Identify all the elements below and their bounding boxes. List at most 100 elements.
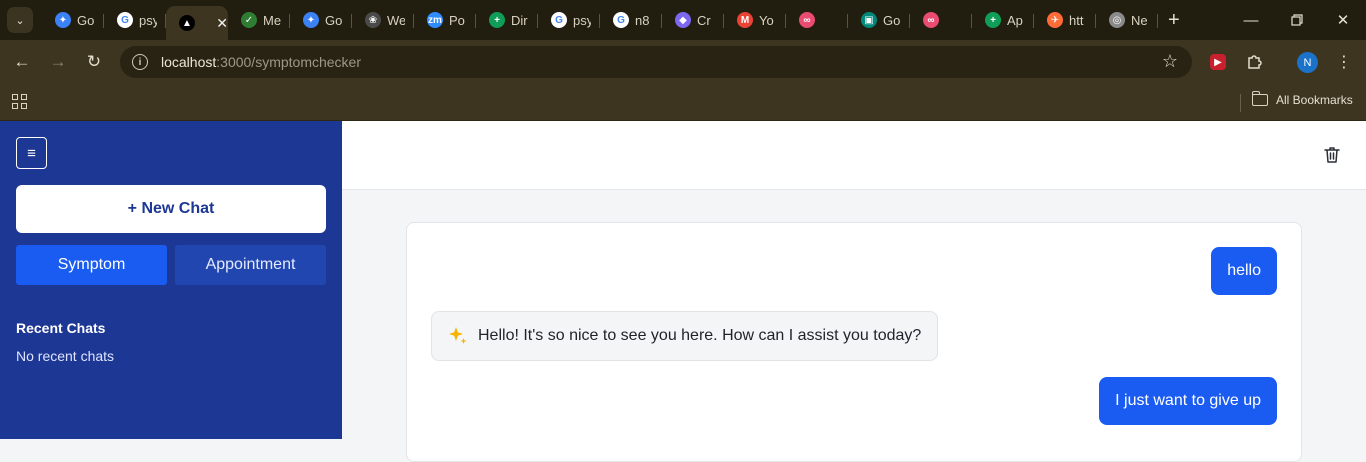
all-bookmarks-button[interactable]: All Bookmarks [1251,91,1353,107]
browser-tab[interactable]: zm Po [414,4,476,36]
zoom-icon: zm [427,12,443,28]
profile-avatar[interactable]: N [1297,52,1318,73]
chevron-down-icon: ⌄ [15,14,25,27]
tab-list: ✦ Go Gpsy ▲ ✕ ✓ Me ✦ Go ❀ We zm Po + Dir Gpsy Gn8 ◆ Cr M Yo ∞… [42,0,1158,40]
tab-title: Go [77,12,95,28]
puzzle-icon [1248,55,1262,69]
close-window-button[interactable]: ✕ [1320,0,1366,40]
user-message: hello [1211,247,1277,295]
openai-icon: ❀ [365,12,381,28]
reload-button[interactable]: ↻ [80,48,108,76]
trash-icon[interactable] [1324,146,1340,164]
symptom-mode-button[interactable]: Symptom [16,245,167,285]
restore-button[interactable] [1274,0,1320,40]
url-path: :3000/symptomchecker [216,54,361,70]
browser-tab[interactable]: Gn8 [600,4,662,36]
site-info-icon[interactable]: i [132,54,148,70]
recent-chats-empty: No recent chats [16,348,115,364]
n8n-icon: ∞ [923,12,939,28]
new-tab-button[interactable]: + [1168,9,1188,32]
user-message: I just want to give up [1099,377,1277,425]
all-bookmarks-label: All Bookmarks [1276,93,1353,107]
browser-tab[interactable]: ✓ Me [228,4,290,36]
browser-menu-button[interactable]: ⋮ [1334,52,1354,72]
google-icon: G [117,12,133,28]
minimize-icon: — [1243,11,1259,29]
appointment-mode-button[interactable]: Appointment [175,245,326,285]
minimize-button[interactable]: — [1228,0,1274,40]
restore-icon [1291,14,1303,26]
tab-title: psy [139,12,157,28]
symptom-checker-app: ≡ + New Chat Symptom Appointment Recent … [0,121,1366,462]
forward-button[interactable]: → [44,48,72,76]
close-tab-icon[interactable]: ✕ [216,15,228,32]
browser-tab[interactable]: ▣ Go [848,4,910,36]
browser-tab[interactable]: ✦ Go [42,4,104,36]
browser-tab[interactable]: Gpsy [104,4,166,36]
apps-grid-icon[interactable] [12,94,27,109]
gemini-icon: ✦ [303,12,319,28]
clickup-icon: ◆ [675,12,691,28]
n8n-icon: ∞ [799,12,815,28]
meet-icon: ▣ [861,12,877,28]
sidebar-toggle-button[interactable]: ≡ [16,137,47,169]
postman-icon: ✈ [1047,12,1063,28]
browser-tab[interactable]: M Yo [724,4,786,36]
browser-toolbar: ← → ↻ i localhost:3000/symptomchecker ☆ … [0,40,1366,84]
sheets-icon: + [985,12,1001,28]
browser-tab[interactable]: ✦ Go [290,4,352,36]
tab-search-button[interactable]: ⌄ [7,7,33,33]
browser-tab[interactable]: + Ap [972,4,1034,36]
tab-title: Cr [697,12,711,28]
tab-title: Yo [759,12,774,28]
bookmarks-bar: All Bookmarks [0,84,1366,121]
browser-tab-strip: ⌄ ✦ Go Gpsy ▲ ✕ ✓ Me ✦ Go ❀ We zm Po + Dir Gpsy Gn8 ◆ Cr M Y… [0,0,1366,40]
user-message-text: hello [1227,262,1261,279]
chrome-icon: ◎ [1109,12,1125,28]
tab-title: psy [573,12,591,28]
user-message-text: I just want to give up [1115,392,1261,409]
extension-red-icon[interactable]: ▶ [1210,54,1226,70]
reload-icon: ↻ [86,52,102,71]
browser-tab[interactable]: ✈ htt [1034,4,1096,36]
browser-tab[interactable]: ◆ Cr [662,4,724,36]
tab-title: Go [325,12,343,28]
tab-title: htt [1069,12,1084,28]
tab-title: n8 [635,12,650,28]
sidebar: ≡ + New Chat Symptom Appointment Recent … [0,121,342,439]
extensions-button[interactable] [1245,52,1265,72]
browser-tab[interactable]: + Dir [476,4,538,36]
assistant-message-text: Hello! It's so nice to see you here. How… [478,327,922,344]
meet-icon: ✓ [241,12,257,28]
tab-title: Po [449,12,465,28]
back-button[interactable]: ← [8,48,36,76]
browser-tab[interactable]: ❀ We [352,4,414,36]
browser-tab[interactable]: Gpsy [538,4,600,36]
address-bar[interactable]: i localhost:3000/symptomchecker ☆ [120,46,1192,78]
bookmark-star-icon[interactable]: ☆ [1162,51,1178,72]
close-icon: ✕ [1336,12,1350,29]
tab-title: Ne [1131,12,1148,28]
browser-tab[interactable]: ∞ [786,4,848,36]
google-icon: G [551,12,567,28]
new-chat-button[interactable]: + New Chat [16,185,326,233]
folder-icon [1251,91,1268,106]
chat-messages-panel: hello Hello! It's so nice to see you her… [406,222,1302,462]
sparkle-icon [449,327,467,344]
menu-icon: ≡ [27,144,36,162]
tab-title: Me [263,12,281,28]
address-url[interactable]: localhost:3000/symptomchecker [161,54,361,70]
chat-main: hello Hello! It's so nice to see you her… [342,121,1366,462]
more-vertical-icon: ⋮ [1336,54,1352,71]
recent-chats-heading: Recent Chats [16,320,106,336]
assistant-message: Hello! It's so nice to see you here. How… [431,311,939,361]
browser-tab[interactable]: ▲ ✕ [166,6,228,40]
tab-title: Dir [511,12,528,28]
browser-tab[interactable]: ∞ [910,4,972,36]
tab-title: Go [883,12,901,28]
browser-tab[interactable]: ◎ Ne [1096,4,1158,36]
arrow-right-icon: → [49,52,67,71]
gmail-icon: M [737,12,753,28]
arrow-left-icon: ← [13,52,31,71]
tab-title: Ap [1007,12,1023,28]
